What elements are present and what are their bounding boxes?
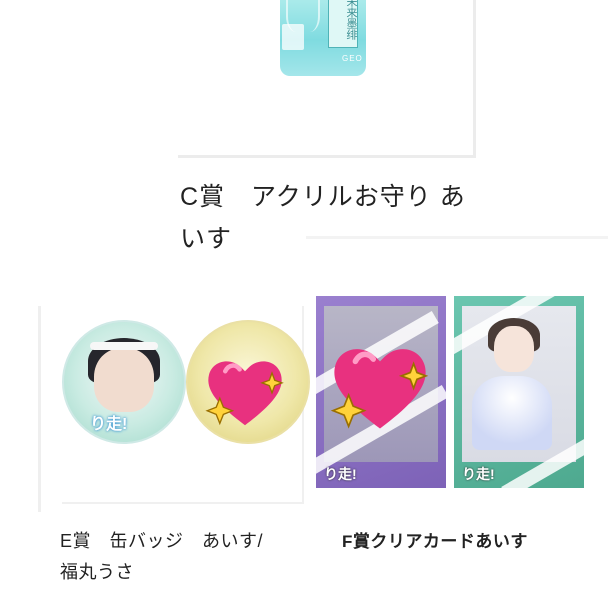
product-image-f-clear-card-2[interactable]: り走! <box>454 296 584 488</box>
product-image-c-acrylic-amulet[interactable]: 未来墨绯 GEO <box>178 0 476 158</box>
divider-left <box>38 306 41 512</box>
face-shape <box>94 348 154 412</box>
amulet-tag-text: 未来墨绯 <box>328 0 358 48</box>
face-shape <box>494 326 534 372</box>
acrylic-amulet-image: 未来墨绯 GEO <box>280 0 366 76</box>
divider-top <box>306 236 608 239</box>
product-image-e-can-badges[interactable]: り走! <box>62 306 310 504</box>
sparkling-heart-icon <box>324 330 436 442</box>
prize-e-title-line1: E賞 缶バッジ あいす/ <box>60 531 264 551</box>
amulet-brand-text: GEO <box>342 54 363 63</box>
prize-c-title-line1: C賞 アクリルお守り あ <box>180 183 466 211</box>
dress-shape <box>472 376 552 450</box>
amulet-side-label <box>282 24 304 50</box>
card-logo: り走! <box>462 466 495 482</box>
product-image-f-clear-card-1[interactable]: り走! <box>316 296 446 488</box>
prize-e-title-line2: 福丸うさ <box>60 562 134 582</box>
headband-shape <box>90 342 158 350</box>
card-logo: り走! <box>324 466 357 482</box>
prize-c-title-line2: いす <box>180 225 233 253</box>
sparkling-heart-icon <box>200 346 290 436</box>
can-badge-aisu: り走! <box>62 320 186 444</box>
prize-e-title: E賞 缶バッジ あいす/ 福丸うさ <box>60 526 320 588</box>
prize-f-title: F賞クリアカードあいす <box>342 532 528 551</box>
badge-logo: り走! <box>90 416 128 433</box>
prize-c-title: C賞 アクリルお守り あ いす <box>180 176 480 260</box>
